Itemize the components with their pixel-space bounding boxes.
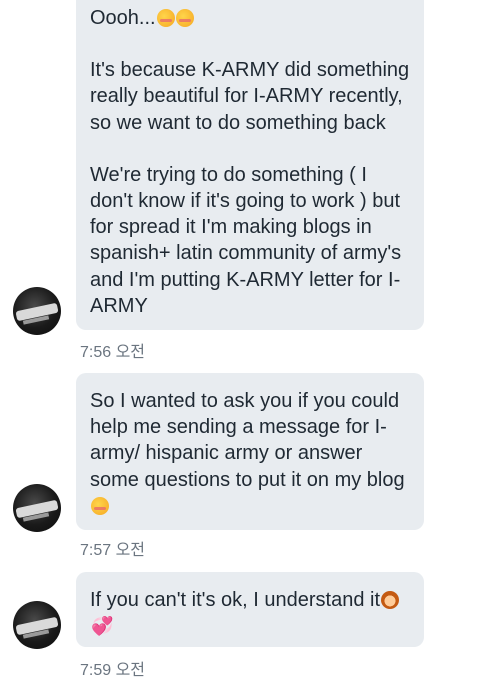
blushing-face-icon [156, 9, 175, 27]
message-text: It's because K-ARMY did something really… [90, 59, 410, 134]
message-text: We're trying to do something ( I don't k… [90, 163, 402, 317]
blushing-face-icon [175, 9, 194, 27]
message-text: Oooh... [90, 5, 410, 31]
person-icon [381, 591, 400, 609]
message-timestamp: 7:56 오전 [80, 344, 146, 361]
message-bubble[interactable]: If you can't it's ok, I understand it💞 [76, 572, 424, 647]
avatar[interactable] [13, 287, 61, 335]
message-timestamp: 7:57 오전 [80, 542, 146, 559]
avatar[interactable] [13, 601, 61, 649]
message-bubble[interactable]: Oooh... It's because K-ARMY did somethin… [76, 0, 424, 330]
kissing-face-icon [91, 496, 109, 515]
message-text: If you can't it's ok, I understand it💞 [90, 587, 410, 639]
message-bubble[interactable]: So I wanted to ask you if you could help… [76, 373, 424, 530]
message-text: So I wanted to ask you if you could help… [90, 388, 410, 519]
message-timestamp: 7:59 오전 [80, 662, 146, 679]
avatar[interactable] [13, 484, 61, 532]
heart-icon: 💞 [91, 616, 114, 637]
